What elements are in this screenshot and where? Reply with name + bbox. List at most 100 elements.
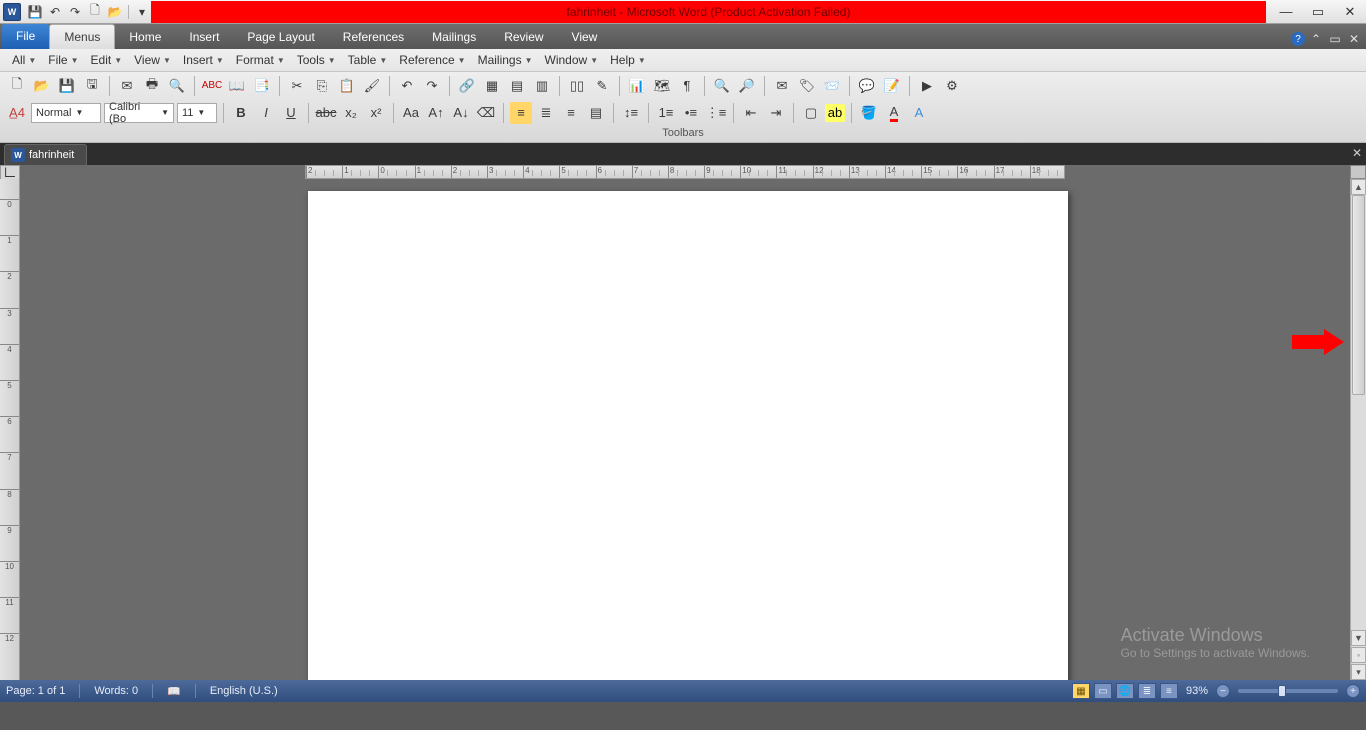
restore-window-button[interactable]: ▭ xyxy=(1327,32,1343,46)
menu-format[interactable]: Format▼ xyxy=(230,50,291,70)
status-proofing[interactable]: 📖 xyxy=(167,685,181,698)
thesaurus-icon[interactable]: 📑 xyxy=(251,75,273,97)
view-draft-button[interactable]: ≡ xyxy=(1160,683,1178,699)
align-right-button[interactable]: ≡ xyxy=(560,102,582,124)
shrink-font-button[interactable]: A↓ xyxy=(450,102,472,124)
scroll-down-button[interactable]: ▼ xyxy=(1351,630,1366,646)
spellcheck-icon[interactable]: ABC xyxy=(201,75,223,97)
qat-open-button[interactable]: 📂 xyxy=(106,3,124,21)
decrease-indent-button[interactable]: ⇤ xyxy=(740,102,762,124)
tabbar-close-button[interactable]: ✕ xyxy=(1352,146,1362,160)
drawing-icon[interactable]: ✎ xyxy=(591,75,613,97)
menu-mailings[interactable]: Mailings▼ xyxy=(472,50,539,70)
tab-mailings[interactable]: Mailings xyxy=(418,26,490,49)
find-icon[interactable]: 🔎 xyxy=(736,75,758,97)
scroll-up-button[interactable]: ▲ xyxy=(1351,179,1366,195)
tab-file[interactable]: File xyxy=(2,24,49,49)
tab-view[interactable]: View xyxy=(558,26,612,49)
copy-icon[interactable]: ⎘ xyxy=(311,75,333,97)
zoom-level[interactable]: 93% xyxy=(1186,685,1208,697)
status-page[interactable]: Page: 1 of 1 xyxy=(6,685,65,697)
increase-indent-button[interactable]: ⇥ xyxy=(765,102,787,124)
redo-icon[interactable]: ↷ xyxy=(421,75,443,97)
menu-all[interactable]: All▼ xyxy=(6,50,42,70)
view-print-layout-button[interactable]: ▦ xyxy=(1072,683,1090,699)
bullets-button[interactable]: •≡ xyxy=(680,102,702,124)
strikethrough-button[interactable]: abc xyxy=(315,102,337,124)
view-web-button[interactable]: 🌐 xyxy=(1116,683,1134,699)
view-outline-button[interactable]: ≣ xyxy=(1138,683,1156,699)
split-box[interactable] xyxy=(1350,165,1366,179)
justify-button[interactable]: ▤ xyxy=(585,102,607,124)
table-insert-icon[interactable]: ▦ xyxy=(481,75,503,97)
tab-review[interactable]: Review xyxy=(490,26,557,49)
italic-button[interactable]: I xyxy=(255,102,277,124)
cut-icon[interactable]: ✂ xyxy=(286,75,308,97)
tab-home[interactable]: Home xyxy=(115,26,175,49)
font-select[interactable]: Calibri (Bo▼ xyxy=(104,103,174,123)
document-page[interactable] xyxy=(308,191,1068,680)
envelope-icon[interactable]: ✉ xyxy=(771,75,793,97)
minimize-button[interactable]: — xyxy=(1270,0,1302,23)
styles-pane-icon[interactable]: A̲4 xyxy=(6,102,28,124)
tab-page-layout[interactable]: Page Layout xyxy=(233,26,328,49)
multilevel-button[interactable]: ⋮≡ xyxy=(705,102,727,124)
options-icon[interactable]: ⚙ xyxy=(941,75,963,97)
font-color-button[interactable]: A xyxy=(883,102,905,124)
columns-icon[interactable]: ▯▯ xyxy=(566,75,588,97)
tab-menus[interactable]: Menus xyxy=(49,24,115,49)
zoom-slider-thumb[interactable] xyxy=(1278,685,1286,697)
text-effects-button[interactable]: A xyxy=(908,102,930,124)
maximize-button[interactable]: ▭ xyxy=(1302,0,1334,23)
save-as-icon[interactable]: 🖫 xyxy=(81,75,103,97)
bold-button[interactable]: B xyxy=(230,102,252,124)
zoom-out-button[interactable]: − xyxy=(1216,684,1230,698)
shading-button[interactable]: 🪣 xyxy=(858,102,880,124)
numbering-button[interactable]: 1≡ xyxy=(655,102,677,124)
menu-view[interactable]: View▼ xyxy=(128,50,177,70)
open-icon[interactable]: 📂 xyxy=(31,75,53,97)
comments-icon[interactable]: 💬 xyxy=(856,75,878,97)
qat-new-button[interactable]: 🗋 xyxy=(86,3,104,21)
status-language[interactable]: English (U.S.) xyxy=(210,685,278,697)
chart-icon[interactable]: 📊 xyxy=(626,75,648,97)
status-words[interactable]: Words: 0 xyxy=(94,685,138,697)
clear-format-button[interactable]: ⌫ xyxy=(475,102,497,124)
next-page-button[interactable]: ▾ xyxy=(1351,664,1366,680)
menu-window[interactable]: Window▼ xyxy=(539,50,605,70)
document-map-icon[interactable]: 🗺 xyxy=(651,75,673,97)
style-select[interactable]: Normal▼ xyxy=(31,103,101,123)
align-left-button[interactable]: ≡ xyxy=(510,102,532,124)
menu-help[interactable]: Help▼ xyxy=(604,50,652,70)
track-changes-icon[interactable]: 📝 xyxy=(881,75,903,97)
show-paragraph-icon[interactable]: ¶ xyxy=(676,75,698,97)
previous-page-button[interactable]: ◦ xyxy=(1351,647,1366,663)
insert-cols-icon[interactable]: ▥ xyxy=(531,75,553,97)
tab-references[interactable]: References xyxy=(329,26,418,49)
zoom-in-button[interactable]: + xyxy=(1346,684,1360,698)
grow-font-button[interactable]: A↑ xyxy=(425,102,447,124)
tab-insert[interactable]: Insert xyxy=(175,26,233,49)
menu-table[interactable]: Table▼ xyxy=(342,50,394,70)
hyperlink-icon[interactable]: 🔗 xyxy=(456,75,478,97)
paste-icon[interactable]: 📋 xyxy=(336,75,358,97)
close-document-button[interactable]: ✕ xyxy=(1346,32,1362,46)
zoom-in-icon[interactable]: 🔍 xyxy=(711,75,733,97)
menu-file[interactable]: File▼ xyxy=(42,50,84,70)
insert-rows-icon[interactable]: ▤ xyxy=(506,75,528,97)
scroll-thumb[interactable] xyxy=(1352,195,1365,395)
underline-button[interactable]: U xyxy=(280,102,302,124)
highlight-button[interactable]: ab xyxy=(825,104,845,122)
horizontal-ruler[interactable]: 21012345678910111213141516171819 xyxy=(305,165,1065,179)
qat-undo-button[interactable]: ↶ xyxy=(46,3,64,21)
help-button[interactable]: ? xyxy=(1291,32,1305,46)
labels-icon[interactable]: 🏷 xyxy=(796,75,818,97)
save-icon[interactable]: 💾 xyxy=(56,75,78,97)
new-doc-icon[interactable]: 🗋 xyxy=(6,75,28,97)
align-center-button[interactable]: ≣ xyxy=(535,102,557,124)
subscript-button[interactable]: x₂ xyxy=(340,102,362,124)
menu-tools[interactable]: Tools▼ xyxy=(291,50,342,70)
print-preview-icon[interactable]: 🔍 xyxy=(166,75,188,97)
mail-icon[interactable]: ✉ xyxy=(116,75,138,97)
zoom-slider[interactable] xyxy=(1238,689,1338,693)
